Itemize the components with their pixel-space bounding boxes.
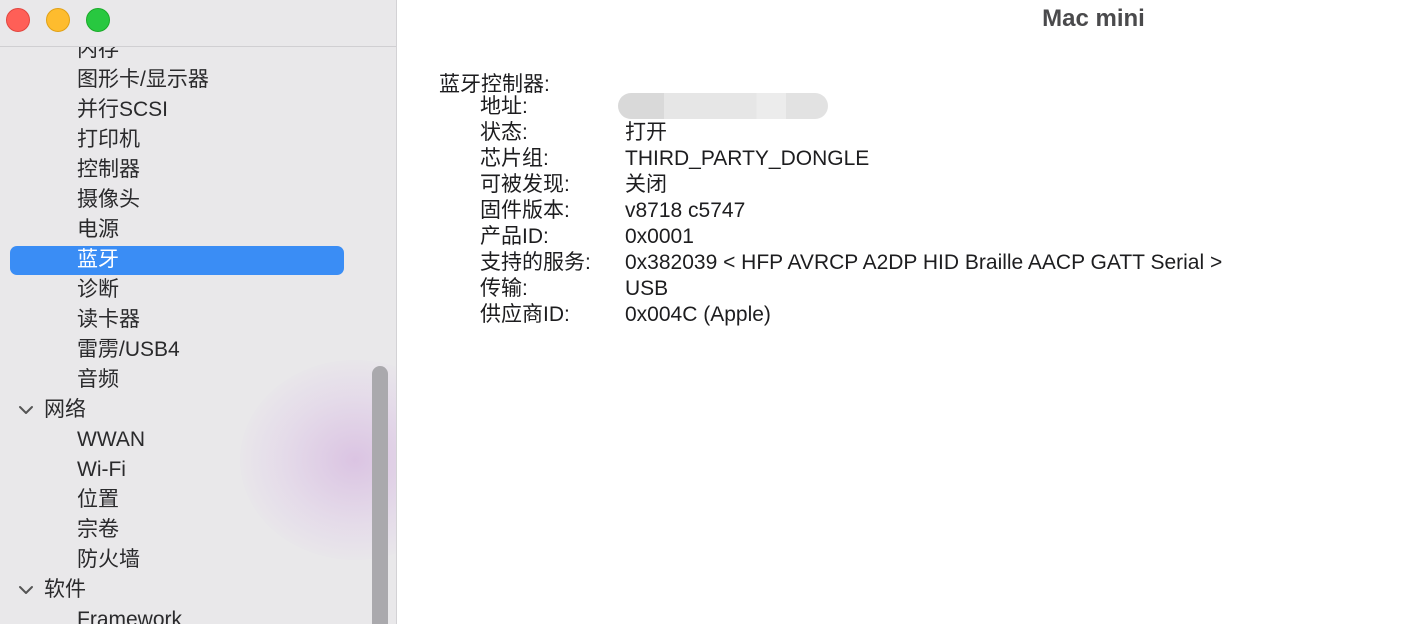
property-value: 0x0001 xyxy=(625,225,694,248)
sidebar-item-label: WWAN xyxy=(77,428,146,451)
chevron-down-icon[interactable] xyxy=(16,575,36,605)
sidebar: 内存 图形卡/显示器 并行SCSI 打印机 控制器 摄像头 电源 蓝牙 诊断 读… xyxy=(0,0,397,624)
property-value: THIRD_PARTY_DONGLE xyxy=(625,147,870,170)
sidebar-item-label: 音频 xyxy=(77,368,119,391)
sidebar-scrollbar[interactable] xyxy=(372,366,388,624)
property-value: 打开 xyxy=(625,121,667,144)
sidebar-item-location[interactable]: 位置 xyxy=(0,485,372,515)
property-key: 地址: xyxy=(480,95,528,118)
sidebar-item-diagnostics[interactable]: 诊断 xyxy=(0,275,372,305)
property-key: 芯片组: xyxy=(480,147,549,170)
redacted-address-mask xyxy=(618,93,828,120)
sidebar-item-firewall[interactable]: 防火墙 xyxy=(0,545,372,575)
sidebar-group-software[interactable]: 软件 xyxy=(0,575,372,605)
property-key: 供应商ID: xyxy=(480,303,570,326)
minimize-window-icon[interactable] xyxy=(46,8,70,32)
chevron-down-icon[interactable] xyxy=(16,395,36,425)
property-row-firmware: 固件版本: v8718 c5747 xyxy=(480,198,1222,224)
sidebar-item-label: 雷雳/USB4 xyxy=(77,338,180,361)
sidebar-item-label: 图形卡/显示器 xyxy=(77,68,209,91)
property-row-state: 状态: 打开 xyxy=(480,120,1222,146)
property-row-product-id: 产品ID: 0x0001 xyxy=(480,224,1222,250)
sidebar-item-printers[interactable]: 打印机 xyxy=(0,125,372,155)
property-key: 状态: xyxy=(480,121,528,144)
sidebar-item-label: 并行SCSI xyxy=(77,98,169,121)
property-value: USB xyxy=(625,277,669,300)
zoom-window-icon[interactable] xyxy=(86,8,110,32)
sidebar-item-label: 摄像头 xyxy=(77,188,140,211)
property-row-address: 地址: xyxy=(480,93,1222,120)
titlebar xyxy=(0,0,396,47)
window-title: Mac mini xyxy=(397,5,1428,33)
property-value: 0x382039 < HFP AVRCP A2DP HID Braille AA… xyxy=(625,251,1223,274)
sidebar-item-label: 防火墙 xyxy=(77,548,140,571)
sidebar-item-label: 打印机 xyxy=(77,128,140,151)
property-key: 支持的服务: xyxy=(480,251,591,274)
property-row-chipset: 芯片组: THIRD_PARTY_DONGLE xyxy=(480,146,1222,172)
property-value: 关闭 xyxy=(625,173,667,196)
sidebar-item-camera[interactable]: 摄像头 xyxy=(0,185,372,215)
property-row-services: 支持的服务: 0x382039 < HFP AVRCP A2DP HID Bra… xyxy=(480,250,1222,276)
sidebar-item-framework[interactable]: Framework xyxy=(0,605,372,624)
property-key: 传输: xyxy=(480,277,528,300)
sidebar-group-label: 软件 xyxy=(44,578,86,601)
sidebar-item-label: 蓝牙 xyxy=(77,248,119,271)
property-key: 可被发现: xyxy=(480,173,570,196)
sidebar-item-label: 电源 xyxy=(77,218,119,241)
sidebar-item-wifi[interactable]: Wi-Fi xyxy=(0,455,372,485)
property-key: 产品ID: xyxy=(480,225,549,248)
property-row-discoverable: 可被发现: 关闭 xyxy=(480,172,1222,198)
detail-pane: Mac mini 蓝牙控制器: 地址: 状态: 打开 芯片组: THIRD_PA… xyxy=(397,0,1428,624)
property-value: v8718 c5747 xyxy=(625,199,746,222)
sidebar-item-graphics-displays[interactable]: 图形卡/显示器 xyxy=(0,65,372,95)
property-value: 0x004C (Apple) xyxy=(625,303,771,326)
sidebar-group-network[interactable]: 网络 xyxy=(0,395,372,425)
sidebar-item-volumes[interactable]: 宗卷 xyxy=(0,515,372,545)
sidebar-group-label: 网络 xyxy=(44,398,86,421)
sidebar-item-controller[interactable]: 控制器 xyxy=(0,155,372,185)
sidebar-tree: 内存 图形卡/显示器 并行SCSI 打印机 控制器 摄像头 电源 蓝牙 诊断 读… xyxy=(0,35,372,624)
close-window-icon[interactable] xyxy=(6,8,30,32)
property-list: 地址: 状态: 打开 芯片组: THIRD_PARTY_DONGLE 可被发现:… xyxy=(480,93,1222,328)
sidebar-item-label: Framework xyxy=(77,608,183,624)
sidebar-item-label: 宗卷 xyxy=(77,518,119,541)
property-value-redacted xyxy=(618,93,835,120)
window-title-text: Mac mini xyxy=(1042,5,1145,32)
sidebar-item-label: 控制器 xyxy=(77,158,140,181)
property-key: 固件版本: xyxy=(480,199,570,222)
sidebar-item-bluetooth[interactable]: 蓝牙 xyxy=(0,245,372,275)
sidebar-item-card-reader[interactable]: 读卡器 xyxy=(0,305,372,335)
property-row-transport: 传输: USB xyxy=(480,276,1222,302)
property-row-vendor-id: 供应商ID: 0x004C (Apple) xyxy=(480,302,1222,328)
sidebar-item-label: 读卡器 xyxy=(77,308,140,331)
sidebar-item-label: 诊断 xyxy=(77,278,119,301)
sidebar-item-label: Wi-Fi xyxy=(77,458,126,481)
sidebar-item-label: 位置 xyxy=(77,488,119,511)
sidebar-item-parallel-scsi[interactable]: 并行SCSI xyxy=(0,95,372,125)
sidebar-item-wwan[interactable]: WWAN xyxy=(0,425,372,455)
sidebar-item-power[interactable]: 电源 xyxy=(0,215,372,245)
sidebar-item-thunderbolt-usb4[interactable]: 雷雳/USB4 xyxy=(0,335,372,365)
sidebar-item-audio[interactable]: 音频 xyxy=(0,365,372,395)
